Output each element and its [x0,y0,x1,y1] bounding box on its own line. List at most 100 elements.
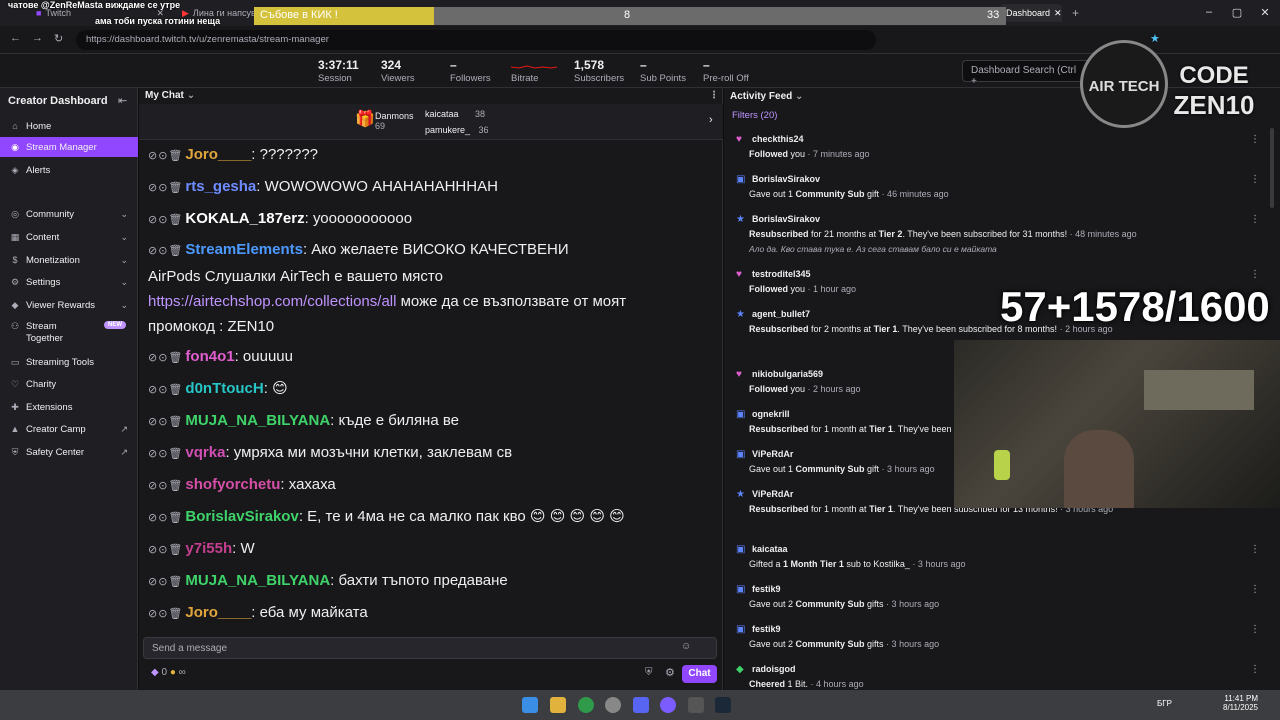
mod-badges-icon[interactable]: ⊘⊙🗑 [148,608,183,620]
chat-username[interactable]: MUJA_NA_BILYANA [185,412,330,429]
more-icon[interactable]: ⋮ [1250,214,1260,225]
channel-points[interactable]: ◆ 0 ● ∞ [151,667,186,678]
mod-badges-icon[interactable]: ⊘⊙🗑 [148,182,183,194]
close-window-icon[interactable]: ✕ [1256,6,1274,19]
sidebar-item-community[interactable]: ◎ Community ⌄ [0,204,138,224]
chat-username[interactable]: shofyorchetu [185,476,280,493]
sidebar-item-stream-together[interactable]: ⚇ Stream Together NEW [0,321,138,347]
gear-icon[interactable]: ⚙ [665,666,675,679]
chat-message: ⊘⊙🗑 MUJA_NA_BILYANA: къде е биляна ве [148,408,708,435]
chat-username[interactable]: d0nTtoucH [185,380,263,397]
collapse-sidebar-icon[interactable]: ⇤ [118,94,127,107]
sidebar-item-monetization[interactable]: $ Monetization ⌄ [0,250,138,270]
activity-username[interactable]: BorislavSirakov [752,214,820,224]
filters-link[interactable]: Filters (20) [732,110,777,121]
more-icon[interactable]: ⋮ [1250,584,1260,595]
more-icon[interactable]: ⋮ [1250,624,1260,635]
dashboard-search-input[interactable]: Dashboard Search (Ctrl + [962,60,1092,87]
chat-username[interactable]: KOKALA_187erz [185,210,304,227]
mod-badges-icon[interactable]: ⊘⊙🗑 [148,448,183,460]
file-explorer-icon[interactable] [550,697,566,713]
shield-icon[interactable]: ⛨ [645,667,653,678]
minimize-icon[interactable]: – [1200,6,1218,18]
more-icon[interactable]: ⋮ [1250,269,1260,280]
chat-username[interactable]: fon4o1 [185,348,234,365]
mod-badges-icon[interactable]: ⊘⊙🗑 [148,384,183,396]
activity-username[interactable]: nikiobulgaria569 [752,369,823,379]
sidebar-item-safety-center[interactable]: ⛨ Safety Center ↗ [0,442,138,462]
sidebar-item-stream-manager[interactable]: ◉ Stream Manager [0,137,138,157]
mod-badges-icon[interactable]: ⊘⊙🗑 [148,576,183,588]
more-icon[interactable]: ⋮ [1250,664,1260,675]
send-message-input[interactable]: Send a message [143,637,717,659]
sidebar-item-settings[interactable]: ⚙ Settings ⌄ [0,272,138,292]
language-indicator[interactable]: БГР [1157,699,1172,708]
sidebar-item-streaming-tools[interactable]: ▭ Streaming Tools [0,352,138,372]
chat-username[interactable]: y7i55h [185,540,232,557]
chrome-icon[interactable] [578,697,594,713]
activity-username[interactable]: festik9 [752,624,781,634]
steam-icon[interactable] [715,697,731,713]
chat-link[interactable]: https://airtechshop.com/collections/all [148,293,396,310]
mod-badges-icon[interactable]: ⊘⊙🗑 [148,150,183,162]
activity-username[interactable]: checkthis24 [752,134,804,144]
sidebar-item-alerts[interactable]: ◈ Alerts [0,160,138,180]
sidebar-item-creator-camp[interactable]: ▲ Creator Camp ↗ [0,419,138,439]
chat-username[interactable]: Joro____ [185,604,251,621]
chevron-down-icon[interactable]: ⌄ [792,91,803,102]
sidebar-item-home[interactable]: ⌂ Home [0,116,138,136]
url-field[interactable]: https://dashboard.twitch.tv/u/zenremasta… [76,30,876,50]
back-icon[interactable]: ← [10,32,21,44]
sidebar-item-content[interactable]: ▦ Content ⌄ [0,227,138,247]
chevron-right-icon[interactable]: › [709,114,713,126]
emote-icon[interactable]: ☺ [681,641,691,652]
sidebar-item-viewer-rewards[interactable]: ◆ Viewer Rewards ⌄ [0,295,138,315]
more-icon[interactable]: ⋮ [1250,544,1260,555]
sidebar-item-extensions[interactable]: ✚ Extensions [0,397,138,417]
maximize-icon[interactable]: ▢ [1228,6,1246,19]
activity-username[interactable]: testroditel345 [752,269,811,279]
activity-username[interactable]: ognekrill [752,409,790,419]
mod-badges-icon[interactable]: ⊘⊙🗑 [148,512,183,524]
chat-username[interactable]: vqrka [185,444,225,461]
activity-username[interactable]: agent_bullet7 [752,309,810,319]
reload-icon[interactable]: ↻ [54,32,63,45]
forward-icon[interactable]: → [32,32,43,44]
sidebar-item-charity[interactable]: ♡ Charity [0,374,138,394]
new-tab-button[interactable]: + [1066,4,1086,22]
star-bookmark-icon[interactable]: ★ [1150,32,1160,45]
more-icon[interactable]: ⋮ [709,90,719,101]
chat-message: ⊘⊙🗑 shofyorchetu: хахаха [148,472,708,499]
mod-badges-icon[interactable]: ⊘⊙🗑 [148,544,183,556]
mod-badges-icon[interactable]: ⊘⊙🗑 [148,416,183,428]
activity-username[interactable]: ViPeRdAr [752,489,793,499]
activity-scrollbar[interactable] [1270,128,1274,208]
chat-username[interactable]: rts_gesha [185,178,256,195]
chevron-down-icon[interactable]: ⌄ [187,90,195,101]
mod-badges-icon[interactable]: ⊘⊙🗑 [148,214,183,226]
mod-badges-icon[interactable]: ⊘⊙🗑 [148,480,183,492]
close-icon[interactable]: ✕ [1054,8,1062,19]
discord-icon[interactable] [633,697,649,713]
activity-username[interactable]: kaicataa [752,544,788,554]
obs-icon[interactable] [605,697,621,713]
more-icon[interactable]: ⋮ [1250,174,1260,185]
mod-badges-icon[interactable]: ⊘⊙🗑 [148,245,183,257]
chat-username[interactable]: MUJA_NA_BILYANA [185,572,330,589]
activity-username[interactable]: BorislavSirakov [752,174,820,184]
mod-badges-icon[interactable]: ⊘⊙🗑 [148,352,183,364]
chat-username[interactable]: StreamElements [185,241,303,258]
clock[interactable]: 11:41 PM 8/11/2025 [1218,694,1258,712]
activity-username[interactable]: festik9 [752,584,781,594]
activity-username[interactable]: radoisgod [752,664,796,674]
windows-start-icon[interactable] [522,697,538,713]
chat-username[interactable]: Joro____ [185,146,251,163]
chat-send-button[interactable]: Chat [682,665,717,683]
more-icon[interactable]: ⋮ [1250,134,1260,145]
browser-tab-dashboard[interactable]: Dashboard ✕ [1000,4,1062,22]
app-icon-2[interactable] [688,697,704,713]
stat-label: Sub Points [640,73,686,84]
app-icon[interactable] [660,697,676,713]
chat-username[interactable]: BorislavSirakov [185,508,298,525]
activity-username[interactable]: ViPeRdAr [752,449,793,459]
